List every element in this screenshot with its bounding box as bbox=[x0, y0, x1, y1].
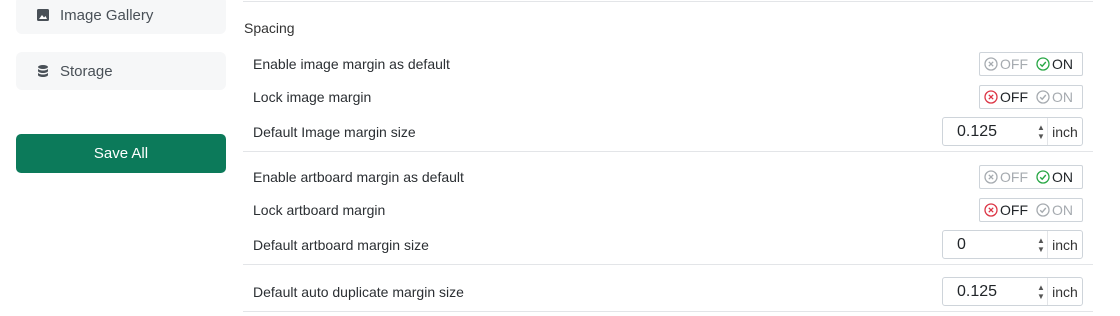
check-circle-icon bbox=[1036, 170, 1050, 184]
toggle-off-option[interactable]: OFF bbox=[984, 89, 1028, 105]
x-circle-icon bbox=[984, 90, 998, 104]
unit-label: inch bbox=[1047, 231, 1082, 258]
database-icon bbox=[36, 64, 50, 78]
row-label: Enable artboard margin as default bbox=[253, 169, 464, 185]
check-circle-icon bbox=[1036, 90, 1050, 104]
artboard-margin-size-field: ▲ ▼ inch bbox=[942, 230, 1083, 259]
sidebar-item-label: Storage bbox=[60, 62, 113, 80]
divider bbox=[243, 311, 1093, 312]
divider bbox=[243, 264, 1093, 265]
sidebar-item-storage[interactable]: Storage bbox=[16, 52, 226, 90]
image-icon bbox=[36, 8, 50, 22]
x-circle-icon bbox=[984, 170, 998, 184]
lock-image-margin-toggle[interactable]: OFF ON bbox=[979, 85, 1083, 109]
toggle-on-option[interactable]: ON bbox=[1036, 89, 1073, 105]
row-label: Default artboard margin size bbox=[253, 237, 429, 253]
caret-up-icon[interactable]: ▲ bbox=[1037, 236, 1045, 245]
image-margin-default-toggle[interactable]: OFF ON bbox=[979, 52, 1083, 76]
divider bbox=[243, 151, 1093, 152]
row-label: Lock artboard margin bbox=[253, 202, 386, 218]
sidebar-item-label: Image Gallery bbox=[60, 6, 154, 24]
sidebar-item-image-gallery[interactable]: Image Gallery bbox=[16, 0, 226, 34]
unit-label: inch bbox=[1047, 118, 1082, 145]
number-stepper[interactable]: ▲ ▼ bbox=[1035, 278, 1047, 305]
image-margin-size-field: ▲ ▼ inch bbox=[942, 117, 1083, 146]
toggle-off-option[interactable]: OFF bbox=[984, 56, 1028, 72]
section-title: Spacing bbox=[244, 20, 295, 36]
divider bbox=[243, 1, 1093, 2]
x-circle-icon bbox=[984, 57, 998, 71]
row-label: Enable image margin as default bbox=[253, 56, 450, 72]
row-label: Default Image margin size bbox=[253, 124, 416, 140]
number-stepper[interactable]: ▲ ▼ bbox=[1035, 118, 1047, 145]
toggle-off-option[interactable]: OFF bbox=[984, 202, 1028, 218]
x-circle-icon bbox=[984, 203, 998, 217]
row-label: Default auto duplicate margin size bbox=[253, 284, 464, 300]
caret-up-icon[interactable]: ▲ bbox=[1037, 123, 1045, 132]
spacing-panel: Spacing Enable image margin as default O… bbox=[243, 0, 1093, 316]
caret-up-icon[interactable]: ▲ bbox=[1037, 283, 1045, 292]
artboard-margin-size-input[interactable] bbox=[943, 231, 1035, 258]
row-label: Lock image margin bbox=[253, 89, 372, 105]
number-stepper[interactable]: ▲ ▼ bbox=[1035, 231, 1047, 258]
toggle-on-option[interactable]: ON bbox=[1036, 202, 1073, 218]
image-margin-size-input[interactable] bbox=[943, 118, 1035, 145]
auto-duplicate-margin-size-input[interactable] bbox=[943, 278, 1035, 305]
auto-duplicate-margin-size-field: ▲ ▼ inch bbox=[942, 277, 1083, 306]
unit-label: inch bbox=[1047, 278, 1082, 305]
toggle-on-option[interactable]: ON bbox=[1036, 56, 1073, 72]
toggle-off-option[interactable]: OFF bbox=[984, 169, 1028, 185]
artboard-margin-default-toggle[interactable]: OFF ON bbox=[979, 165, 1083, 189]
toggle-on-option[interactable]: ON bbox=[1036, 169, 1073, 185]
save-all-button[interactable]: Save All bbox=[16, 134, 226, 173]
lock-artboard-margin-toggle[interactable]: OFF ON bbox=[979, 198, 1083, 222]
caret-down-icon[interactable]: ▼ bbox=[1037, 132, 1045, 141]
caret-down-icon[interactable]: ▼ bbox=[1037, 245, 1045, 254]
check-circle-icon bbox=[1036, 57, 1050, 71]
caret-down-icon[interactable]: ▼ bbox=[1037, 292, 1045, 301]
check-circle-icon bbox=[1036, 203, 1050, 217]
